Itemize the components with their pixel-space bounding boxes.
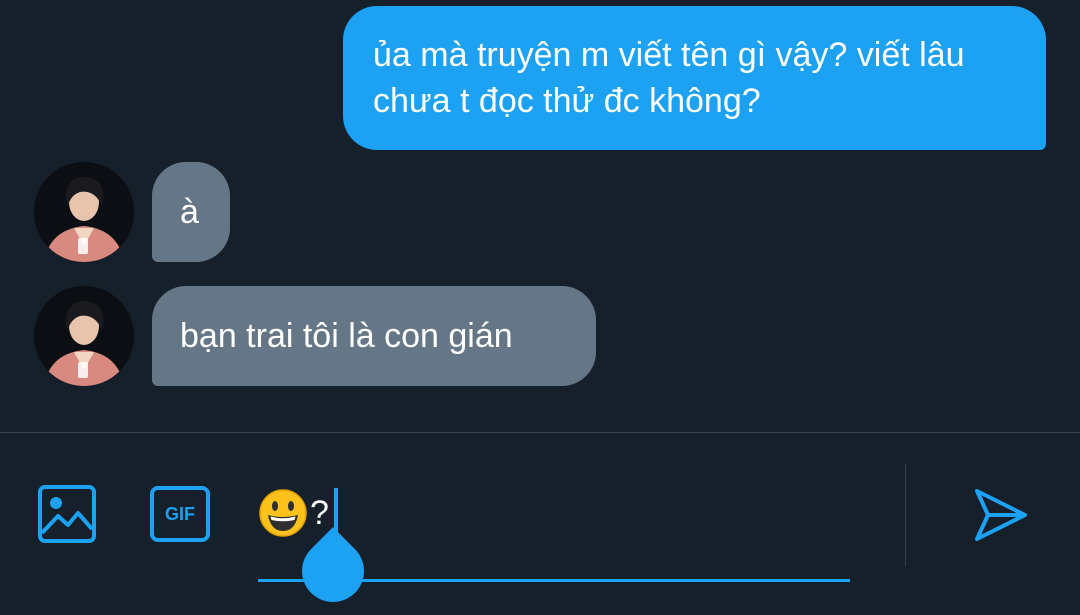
cursor-drag-handle[interactable] xyxy=(289,527,377,615)
message-input[interactable]: ? xyxy=(258,486,329,540)
image-icon[interactable] xyxy=(38,485,96,548)
message-text: à xyxy=(180,192,199,231)
typed-text: ? xyxy=(310,493,329,532)
avatar[interactable] xyxy=(34,286,134,386)
gif-label: GIF xyxy=(165,503,195,524)
send-icon xyxy=(975,489,1027,541)
composer-divider xyxy=(0,432,1080,433)
avatar-photo xyxy=(34,286,134,386)
composer-vertical-divider xyxy=(905,464,906,566)
message-bubble-outgoing[interactable]: ủa mà truyện m viết tên gì vậy? viết lâu… xyxy=(343,6,1046,150)
gif-button[interactable]: GIF xyxy=(150,486,210,542)
message-bubble-incoming[interactable]: à xyxy=(152,162,230,262)
avatar[interactable] xyxy=(34,162,134,262)
send-button[interactable] xyxy=(972,486,1030,549)
avatar-photo xyxy=(34,162,134,262)
message-text: ủa mà truyện m viết tên gì vậy? viết lâu… xyxy=(373,36,965,120)
message-text: bạn trai tôi là con gián xyxy=(180,316,513,355)
message-bubble-incoming[interactable]: bạn trai tôi là con gián xyxy=(152,286,596,386)
smiling-face-emoji xyxy=(259,489,307,537)
